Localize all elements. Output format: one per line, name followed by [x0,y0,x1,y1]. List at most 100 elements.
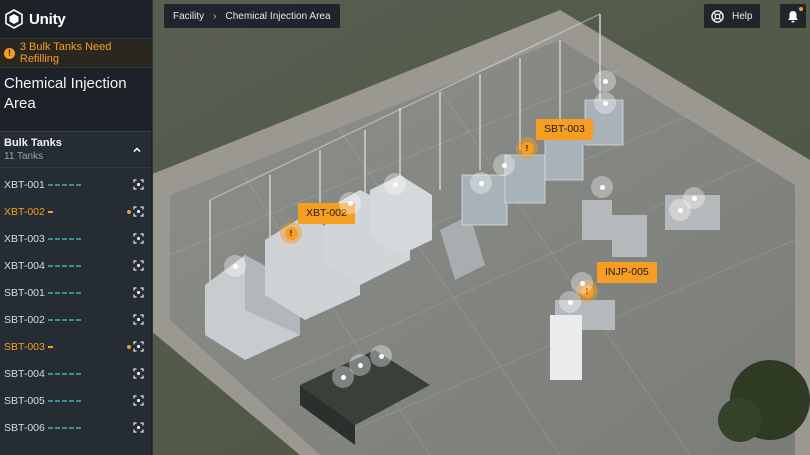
tank-label: SBT-003 [4,340,45,353]
alert-text: 3 Bulk Tanks Need Refilling [19,41,112,65]
tank-row[interactable]: SBT-001 [0,279,151,306]
dot-icon [599,184,605,190]
panel-title: Bulk Tanks [4,137,62,149]
refill-alert[interactable]: ! 3 Bulk Tanks Need Refilling [0,38,152,68]
dot-icon [347,200,353,206]
warning-icon: ! [284,226,298,240]
focus-target-icon[interactable] [133,260,144,271]
tank-label: SBT-002 [4,313,45,326]
lifebuoy-icon [711,9,724,23]
tank-row[interactable]: SBT-002 [0,306,151,333]
focus-target-icon[interactable] [133,233,144,244]
app-name: Unity [29,10,66,28]
level-indicator [48,210,53,213]
tank-label: XBT-003 [4,232,45,245]
bulk-tanks-header[interactable]: Bulk Tanks 11 Tanks [0,132,151,168]
dot-icon [501,162,507,168]
breadcrumb: Facility › Chemical Injection Area [164,4,340,28]
notification-badge [799,7,803,11]
brand[interactable]: Unity [0,0,152,38]
help-button[interactable]: Help [704,4,760,28]
asset-pin[interactable] [349,354,371,376]
asset-pin[interactable] [571,272,593,294]
focus-target-icon[interactable] [133,287,144,298]
asset-pin[interactable] [493,154,515,176]
notifications-button[interactable] [780,4,806,28]
asset-tag-injp-005[interactable]: INJP-005 [597,262,657,283]
tank-label: XBT-004 [4,259,45,272]
warning-dot-icon [127,210,131,214]
tank-label: SBT-004 [4,367,45,380]
dot-icon [340,374,346,380]
dot-icon [567,299,573,305]
level-indicator [48,318,81,321]
tank-label: XBT-002 [4,205,45,218]
level-indicator [48,183,81,186]
warning-pin-xbt-002[interactable]: ! [280,222,302,244]
asset-pin[interactable] [339,192,361,214]
chevron-up-icon[interactable] [131,144,143,156]
asset-pin[interactable] [591,176,613,198]
level-indicator [48,372,81,375]
asset-tag-sbt-003[interactable]: SBT-003 [536,119,593,140]
warning-pin-sbt-003[interactable]: ! [516,137,538,159]
asset-pin[interactable] [594,70,616,92]
tank-row[interactable]: XBT-004 [0,252,151,279]
level-indicator [48,345,53,348]
focus-target-icon[interactable] [133,368,144,379]
focus-target-icon[interactable] [133,341,144,352]
level-indicator [48,237,81,240]
focus-target-icon[interactable] [133,206,144,217]
tank-row[interactable]: SBT-005 [0,387,151,414]
panel-subtitle: 11 Tanks [4,151,44,162]
dot-icon [232,263,238,269]
asset-pin[interactable] [594,92,616,114]
chevron-right-icon: › [213,10,217,22]
tank-label: SBT-005 [4,394,45,407]
bulk-tanks-panel: Bulk Tanks 11 Tanks XBT-001 XBT-002 XBT-00… [0,131,151,455]
tank-label: SBT-001 [4,286,45,299]
dot-icon [357,362,363,368]
breadcrumb-current: Chemical Injection Area [225,10,331,22]
asset-pin[interactable] [470,172,492,194]
page-title: Chemical Injection Area [4,75,127,112]
warning-icon: ! [520,141,534,155]
asset-pin[interactable] [384,173,406,195]
help-label: Help [732,10,753,22]
dot-icon [602,78,608,84]
asset-pin[interactable] [224,255,246,277]
asset-pin[interactable] [669,199,691,221]
dot-icon [392,181,398,187]
dot-icon [579,280,585,286]
unity-logo-icon [5,9,23,29]
level-indicator [48,426,81,429]
asset-pin[interactable] [559,291,581,313]
tank-row[interactable]: SBT-003 [0,333,151,360]
dot-icon [478,180,484,186]
warning-icon: ! [4,47,15,59]
tank-row[interactable]: SBT-004 [0,360,151,387]
dot-icon [691,195,697,201]
dot-icon [378,353,384,359]
focus-target-icon[interactable] [133,314,144,325]
tank-label: SBT-006 [4,421,45,434]
level-indicator [48,399,81,402]
tank-label: XBT-001 [4,178,45,191]
level-indicator [48,291,81,294]
dot-icon [677,207,683,213]
focus-target-icon[interactable] [133,422,144,433]
dot-icon [602,100,608,106]
tank-row[interactable]: SBT-006 [0,414,151,441]
tank-list: XBT-001 XBT-002 XBT-003 XBT-004 SBT-001 SBT-0… [0,168,151,441]
tank-row[interactable]: XBT-003 [0,225,151,252]
sidebar: Unity ! 3 Bulk Tanks Need Refilling Chem… [0,0,153,455]
tank-row[interactable]: XBT-001 [0,171,151,198]
focus-target-icon[interactable] [133,179,144,190]
asset-pin[interactable] [370,345,392,367]
tank-row[interactable]: XBT-002 [0,198,151,225]
level-indicator [48,264,81,267]
focus-target-icon[interactable] [133,395,144,406]
breadcrumb-facility[interactable]: Facility [173,11,204,22]
warning-dot-icon [127,345,131,349]
bell-icon [788,10,798,22]
